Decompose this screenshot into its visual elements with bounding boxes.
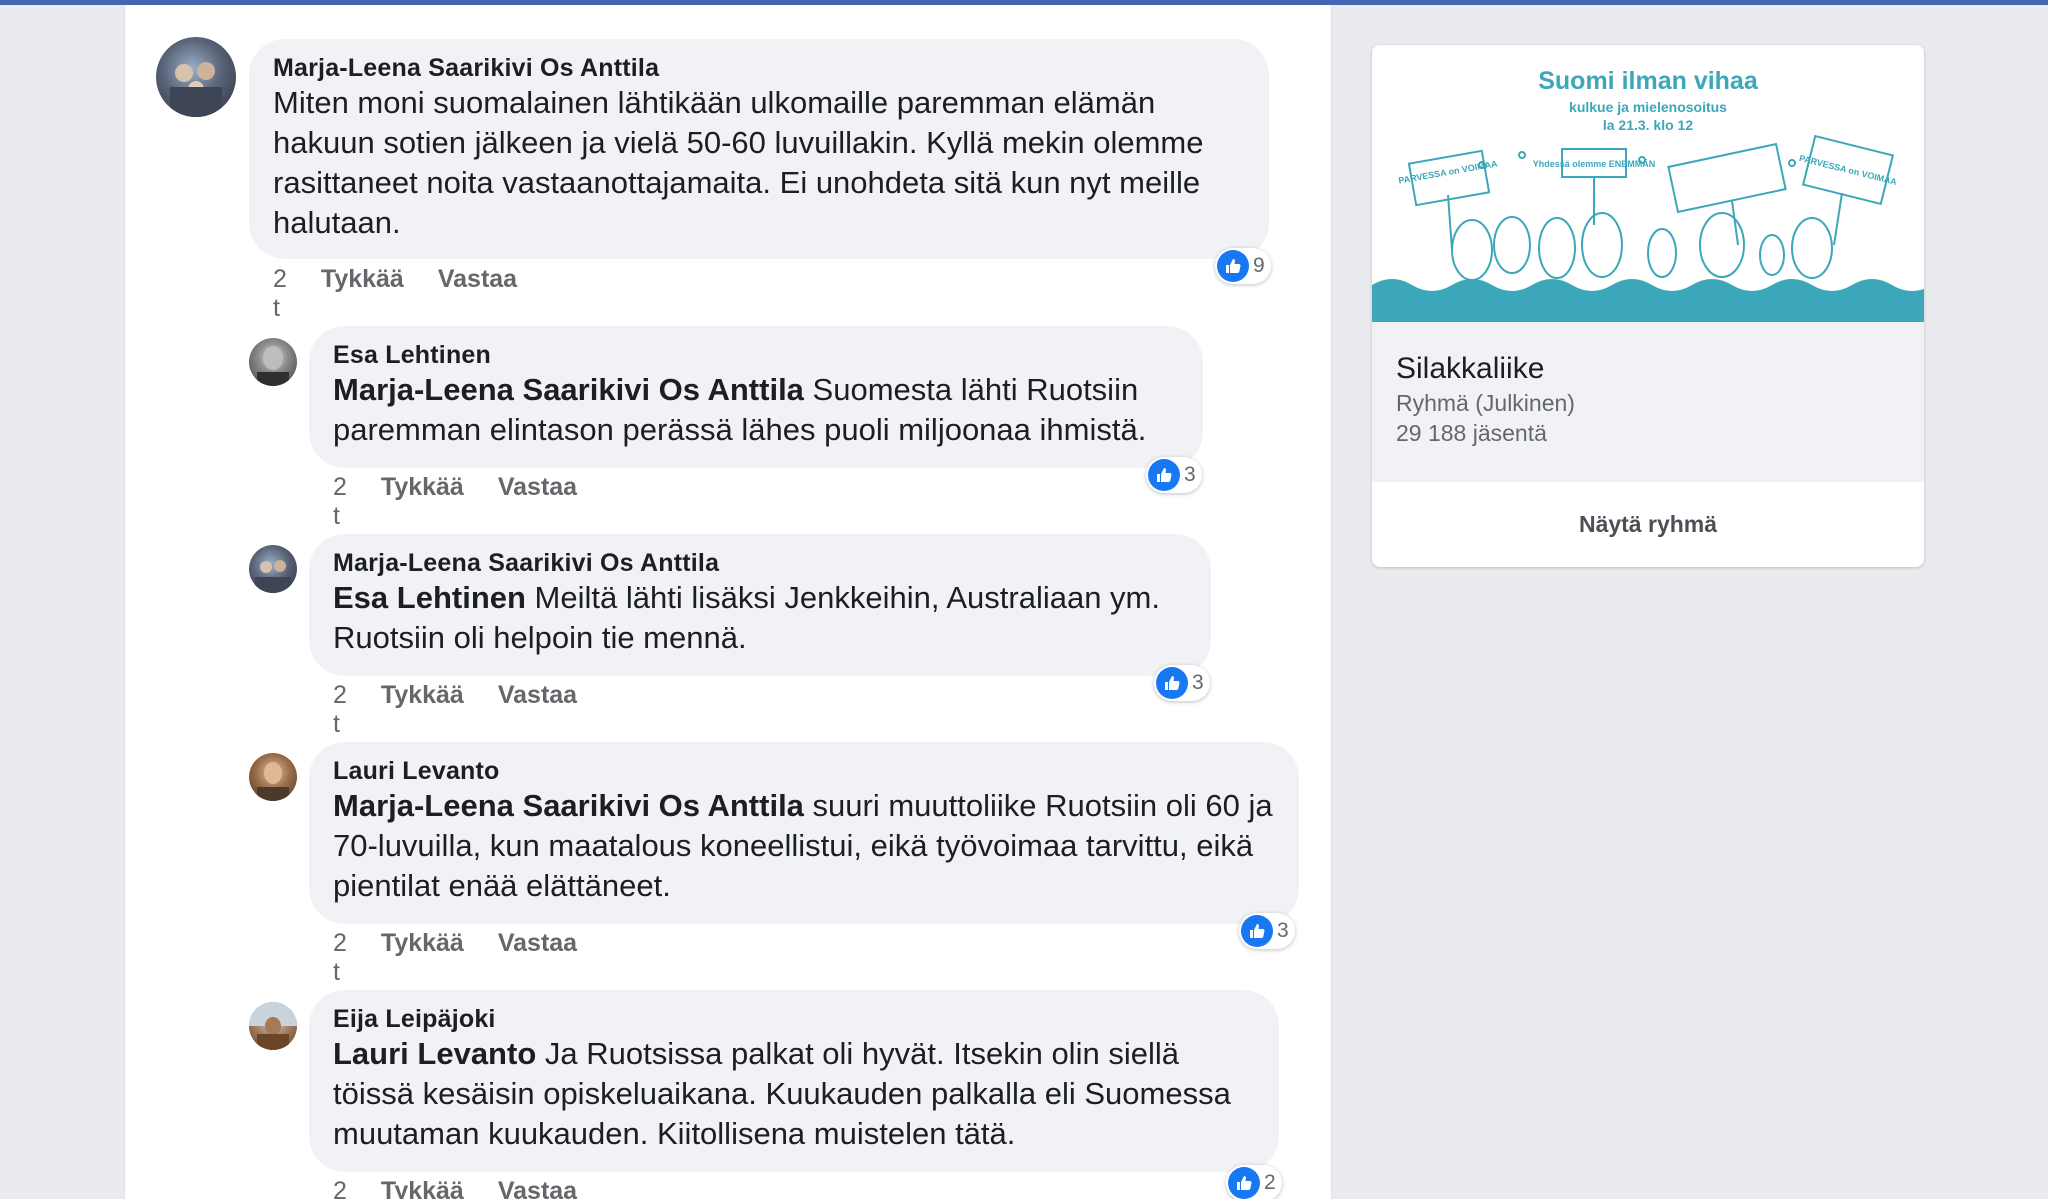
comment-author[interactable]: Eija Leipäjoki — [333, 1004, 1255, 1034]
reaction-count[interactable]: 3 — [1146, 457, 1202, 493]
group-type: Ryhmä (Julkinen) — [1396, 390, 1575, 416]
thumbs-up-icon — [1217, 250, 1249, 282]
comment-text: Esa Lehtinen Meiltä lähti lisäksi Jenkke… — [333, 578, 1187, 658]
avatar[interactable] — [156, 37, 236, 117]
comment-time[interactable]: 2 t — [333, 681, 347, 739]
cover-sign: PARVESSA on VOIMAA — [1798, 153, 1898, 187]
like-button[interactable]: Tykkää — [381, 681, 464, 739]
comment-author[interactable]: Lauri Levanto — [333, 756, 1275, 786]
reaction-count[interactable]: 2 — [1226, 1165, 1282, 1199]
reply-button[interactable]: Vastaa — [498, 681, 577, 739]
avatar[interactable] — [249, 545, 297, 593]
thumbs-up-icon — [1148, 459, 1180, 491]
thumbs-up-icon — [1241, 915, 1273, 947]
like-button[interactable]: Tykkää — [381, 1177, 464, 1199]
comment-bubble: Eija Leipäjoki Lauri Levanto Ja Ruotsiss… — [309, 990, 1279, 1172]
group-card: Suomi ilman vihaa kulkue ja mielenosoitu… — [1372, 45, 1924, 567]
mention-link[interactable]: Lauri Levanto — [333, 1036, 536, 1071]
comment-bubble: Esa Lehtinen Marja-Leena Saarikivi Os An… — [309, 326, 1203, 468]
comment-time[interactable]: 2 t — [273, 265, 287, 323]
comment-actions: 2 t Tykkää Vastaa — [273, 265, 517, 323]
reaction-count[interactable]: 3 — [1154, 665, 1210, 701]
reply-button[interactable]: Vastaa — [498, 1177, 577, 1199]
reaction-number: 3 — [1184, 463, 1196, 486]
reaction-count[interactable]: 3 — [1239, 913, 1295, 949]
avatar[interactable] — [249, 1002, 297, 1050]
like-button[interactable]: Tykkää — [381, 929, 464, 987]
thumbs-up-icon — [1228, 1167, 1260, 1199]
cover-sign: Yhdessä olemme ENEMMÄN — [1533, 159, 1656, 169]
group-members: 29 188 jäsentä — [1396, 420, 1547, 446]
fish-illustration: PARVESSA on VOIMAA Yhdessä olemme ENEMMÄ… — [1372, 134, 1924, 322]
comment-bubble: Marja-Leena Saarikivi Os Anttila Miten m… — [249, 39, 1269, 259]
reply-button[interactable]: Vastaa — [498, 473, 577, 531]
reaction-count[interactable]: 9 — [1215, 248, 1271, 284]
comment-author[interactable]: Marja-Leena Saarikivi Os Anttila — [273, 53, 1245, 83]
group-cover-image[interactable]: Suomi ilman vihaa kulkue ja mielenosoitu… — [1372, 45, 1924, 322]
comment-time[interactable]: 2 t — [333, 929, 347, 987]
reaction-number: 3 — [1277, 919, 1289, 942]
reaction-number: 3 — [1192, 671, 1204, 694]
like-button[interactable]: Tykkää — [321, 265, 404, 323]
group-info: Silakkaliike Ryhmä (Julkinen) 29 188 jäs… — [1372, 322, 1924, 482]
view-group-button[interactable]: Näytä ryhmä — [1372, 482, 1924, 567]
comment-text: Miten moni suomalainen lähtikään ulkomai… — [273, 83, 1245, 243]
reaction-number: 2 — [1264, 1171, 1276, 1194]
comment-bubble: Marja-Leena Saarikivi Os Anttila Esa Leh… — [309, 534, 1211, 676]
reply-button[interactable]: Vastaa — [498, 929, 577, 987]
comment-text: Lauri Levanto Ja Ruotsissa palkat oli hy… — [333, 1034, 1255, 1154]
comment-actions: 2 t Tykkää Vastaa — [333, 1177, 577, 1199]
avatar[interactable] — [249, 753, 297, 801]
comment-actions: 2 t Tykkää Vastaa — [333, 473, 577, 531]
avatar[interactable] — [249, 338, 297, 386]
comment-author[interactable]: Esa Lehtinen — [333, 340, 1179, 370]
comment-actions: 2 t Tykkää Vastaa — [333, 929, 577, 987]
mention-link[interactable]: Esa Lehtinen — [333, 580, 526, 615]
comment-time[interactable]: 2 t — [333, 473, 347, 531]
comment-author[interactable]: Marja-Leena Saarikivi Os Anttila — [333, 548, 1187, 578]
like-button[interactable]: Tykkää — [381, 473, 464, 531]
reaction-number: 9 — [1253, 254, 1265, 277]
reply-button[interactable]: Vastaa — [438, 265, 517, 323]
comment-text: Marja-Leena Saarikivi Os Anttila suuri m… — [333, 786, 1275, 906]
group-name[interactable]: Silakkaliike — [1396, 350, 1900, 388]
comment-time[interactable]: 2 t — [333, 1177, 347, 1199]
comment-text: Marja-Leena Saarikivi Os Anttila Suomest… — [333, 370, 1179, 450]
comment-bubble: Lauri Levanto Marja-Leena Saarikivi Os A… — [309, 742, 1299, 924]
mention-link[interactable]: Marja-Leena Saarikivi Os Anttila — [333, 372, 804, 407]
comments-column: Marja-Leena Saarikivi Os Anttila Miten m… — [124, 5, 1332, 1199]
comment-actions: 2 t Tykkää Vastaa — [333, 681, 577, 739]
mention-link[interactable]: Marja-Leena Saarikivi Os Anttila — [333, 788, 804, 823]
thumbs-up-icon — [1156, 667, 1188, 699]
comment-body: Miten moni suomalainen lähtikään ulkomai… — [273, 85, 1204, 240]
